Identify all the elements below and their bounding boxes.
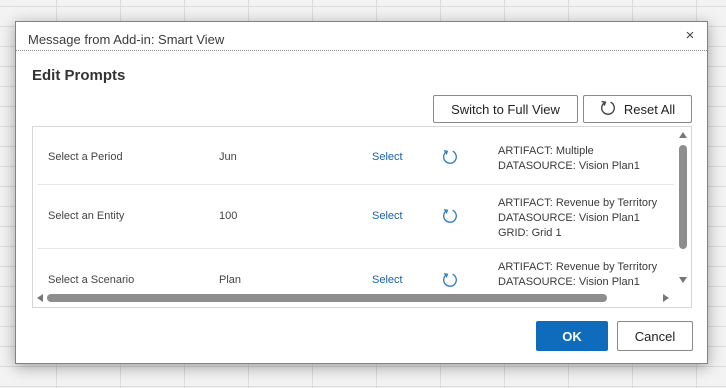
info-artifact: ARTIFACT: Multiple [498, 145, 594, 157]
prompt-label: Select a Scenario [48, 274, 135, 286]
horizontal-scroll-thumb[interactable] [47, 294, 607, 302]
table-row: Select a Scenario Plan Select ARTIFACT: … [37, 248, 674, 290]
scroll-up-arrow-icon[interactable] [679, 132, 687, 138]
info-datasource: DATASOURCE: Vision Plan1 [498, 212, 640, 224]
vertical-scroll-thumb[interactable] [679, 145, 687, 249]
scroll-right-arrow-icon[interactable] [663, 294, 669, 302]
prompt-value: Jun [219, 151, 237, 163]
prompt-info: ARTIFACT: Revenue by Territory DATASOURC… [498, 260, 657, 290]
info-grid: GRID: Grid 1 [498, 227, 562, 239]
horizontal-scrollbar[interactable] [33, 290, 675, 306]
refresh-icon[interactable] [442, 208, 458, 227]
scroll-left-arrow-icon[interactable] [37, 294, 43, 302]
reset-all-label: Reset All [623, 101, 676, 117]
refresh-icon[interactable] [442, 272, 458, 291]
cancel-button[interactable]: Cancel [617, 321, 693, 351]
edit-prompts-dialog: Message from Add-in: Smart View × Edit P… [15, 21, 708, 364]
prompt-value: 100 [219, 210, 238, 222]
info-artifact: ARTIFACT: Revenue by Territory [498, 261, 658, 273]
page-title: Edit Prompts [32, 67, 126, 84]
select-link[interactable]: Select [372, 274, 403, 286]
select-link[interactable]: Select [372, 151, 403, 163]
prompt-label: Select a Period [48, 151, 123, 163]
prompt-info: ARTIFACT: Multiple DATASOURCE: Vision Pl… [498, 144, 640, 174]
select-link[interactable]: Select [372, 210, 403, 222]
scroll-down-arrow-icon[interactable] [679, 277, 687, 283]
dialog-title: Message from Add-in: Smart View [28, 32, 225, 47]
info-datasource: DATASOURCE: Vision Plan1 [498, 160, 640, 172]
info-artifact: ARTIFACT: Revenue by Territory [498, 197, 658, 209]
close-icon[interactable]: × [682, 28, 698, 44]
prompts-table: Select a Period Jun Select ARTIFACT: Mul… [32, 126, 692, 308]
table-row: Select a Period Jun Select ARTIFACT: Mul… [37, 127, 674, 185]
table-row: Select an Entity 100 Select ARTIFACT: Re… [37, 184, 674, 249]
prompt-value: Plan [219, 274, 242, 286]
vertical-scrollbar[interactable] [675, 127, 691, 290]
switch-to-full-view-button[interactable]: Switch to Full View [433, 95, 578, 123]
prompt-info: ARTIFACT: Revenue by Territory DATASOURC… [498, 196, 657, 241]
refresh-icon[interactable] [442, 149, 458, 168]
dialog-titlebar: Message from Add-in: Smart View × [16, 22, 707, 51]
ok-button[interactable]: OK [536, 321, 608, 351]
prompt-label: Select an Entity [48, 210, 125, 222]
info-datasource: DATASOURCE: Vision Plan1 [498, 276, 640, 288]
refresh-icon [600, 100, 616, 119]
reset-all-button[interactable]: Reset All [583, 95, 692, 123]
switch-to-full-view-label: Switch to Full View [451, 101, 560, 117]
